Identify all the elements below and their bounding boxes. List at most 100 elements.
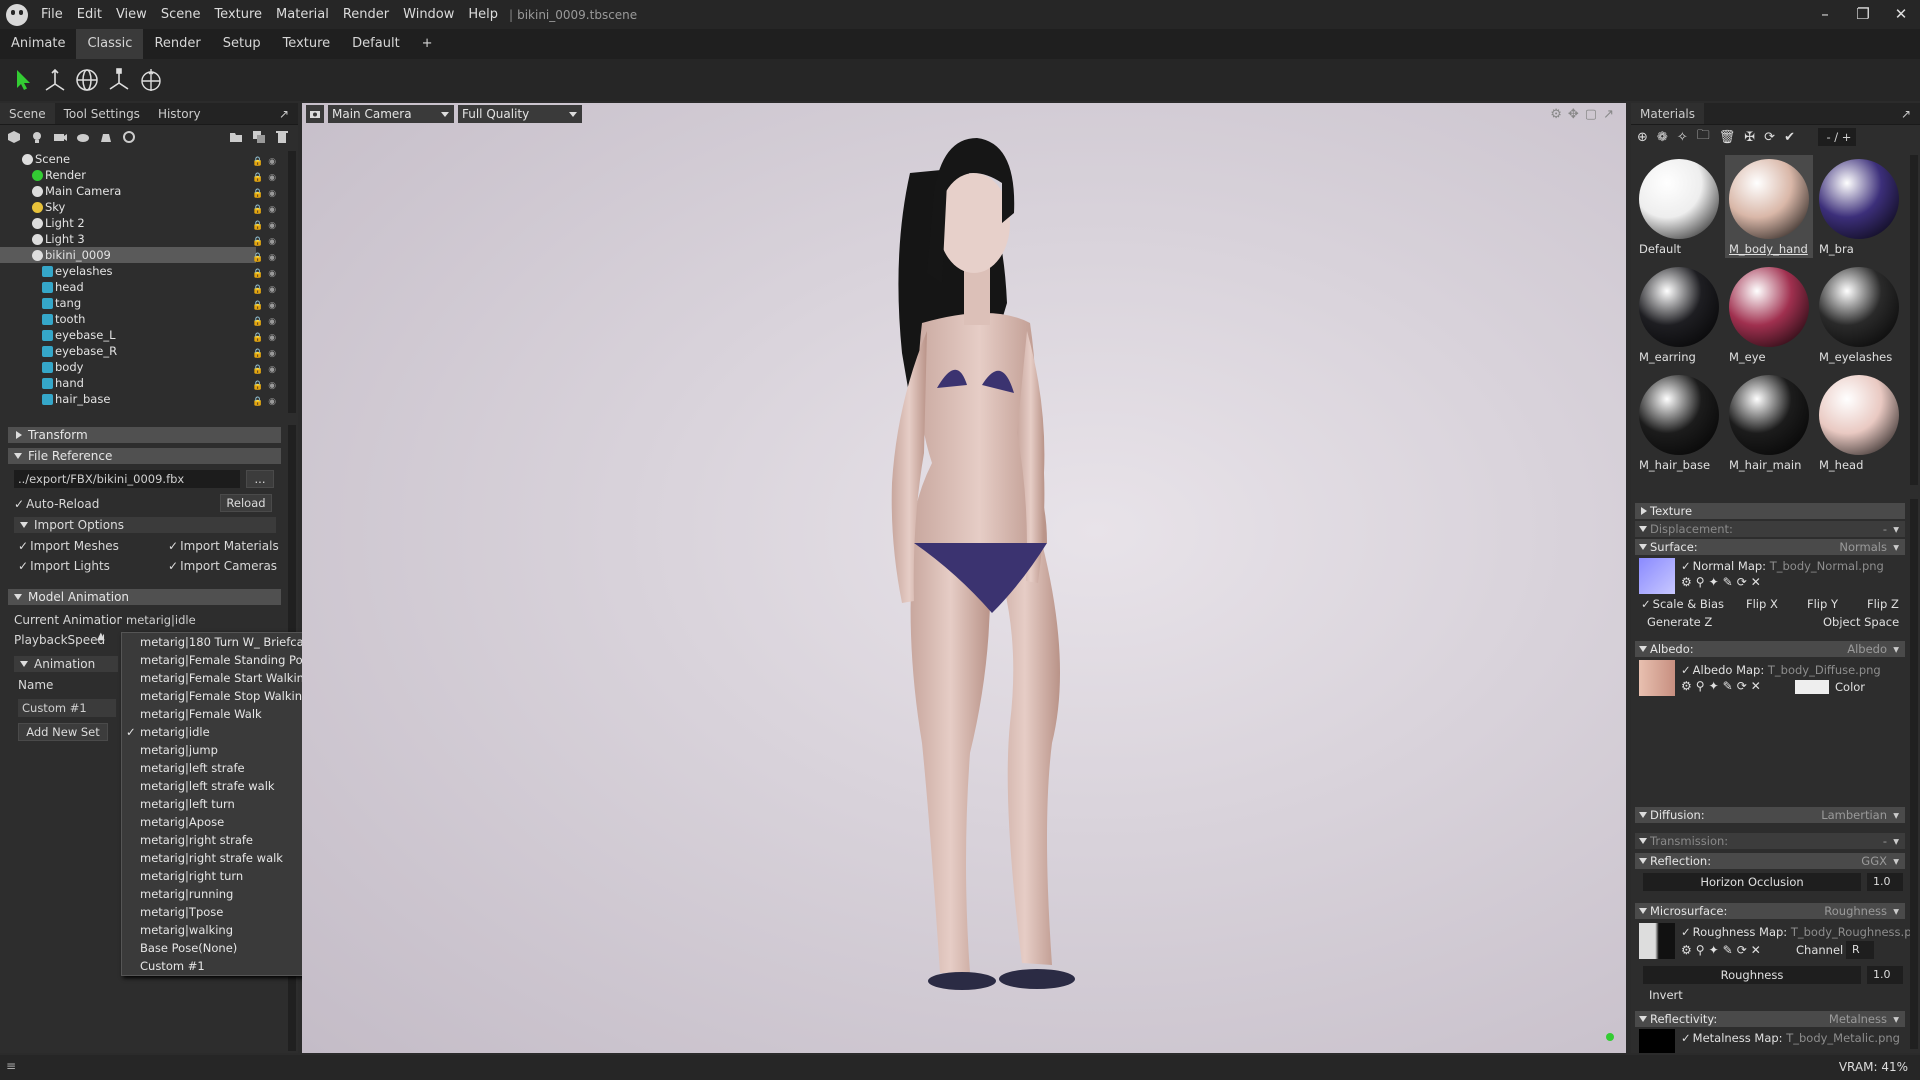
animation-option[interactable]: metarig|Apose [122, 813, 310, 831]
animation-set-editor-header[interactable]: Animation Set Ed [14, 656, 118, 672]
add-fog-icon[interactable] [121, 129, 137, 145]
map-edit-icon[interactable]: ✎ [1723, 943, 1733, 957]
animation-option[interactable]: metarig|running [122, 885, 310, 903]
material-thumb-m-earring[interactable]: M_earring [1635, 263, 1723, 366]
object-space-checkbox[interactable]: Object Space [1823, 615, 1899, 629]
microsurface-value[interactable]: Roughness [1824, 903, 1898, 919]
diffusion-value[interactable]: Lambertian [1821, 807, 1899, 823]
roughness-map-thumb[interactable] [1639, 923, 1675, 959]
import-meshes-checkbox[interactable]: Import Meshes [18, 539, 119, 553]
animation-option[interactable]: metarig|walking [122, 921, 310, 939]
rotate-gizmo-icon[interactable] [72, 65, 102, 95]
animation-option[interactable]: metarig|left turn [122, 795, 310, 813]
tree-item-sky[interactable]: Sky 🔒◉ [0, 199, 296, 215]
texture-header[interactable]: Texture [1635, 503, 1905, 519]
material-grid-scrollbar[interactable] [1910, 155, 1918, 485]
workspace-tab-add[interactable]: + [411, 29, 444, 59]
tree-item-scene[interactable]: Scene 🔒◉ [0, 151, 296, 167]
horizon-occlusion-value[interactable]: 1.0 [1867, 873, 1903, 891]
workspace-tab-animate[interactable]: Animate [0, 29, 76, 59]
transmission-header[interactable]: Transmission: - [1635, 833, 1905, 849]
workspace-tab-texture[interactable]: Texture [272, 29, 342, 59]
tree-item-head[interactable]: head 🔒◉ [0, 279, 296, 295]
merge-material-icon[interactable]: ✧ [1677, 130, 1688, 145]
material-thumb-m-bra[interactable]: M_bra [1815, 155, 1903, 258]
material-thumb-m-eye[interactable]: M_eye [1725, 263, 1813, 366]
map-zoom-icon[interactable]: ⚲ [1696, 943, 1705, 957]
animation-option[interactable]: metarig|idle [122, 723, 310, 741]
undock-icon[interactable]: ↗ [270, 103, 298, 124]
displacement-value[interactable]: - [1883, 521, 1900, 537]
animation-option[interactable]: Custom #1 [122, 957, 310, 975]
duplicate-icon[interactable] [251, 129, 267, 145]
map-paint-icon[interactable]: ✦ [1709, 575, 1719, 589]
animation-option[interactable]: metarig|right strafe walk [122, 849, 310, 867]
normal-map-thumb[interactable] [1639, 558, 1675, 594]
menu-window[interactable]: Window [396, 0, 461, 29]
animation-option[interactable]: metarig|Female Start Walking [122, 669, 311, 687]
scene-tree-scrollbar[interactable] [288, 151, 296, 413]
duplicate-material-icon[interactable]: ❁ [1657, 130, 1668, 145]
material-check-icon[interactable]: ✔ [1784, 130, 1795, 145]
auto-reload-checkbox[interactable]: Auto-Reload [14, 497, 99, 511]
menu-texture[interactable]: Texture [207, 0, 269, 29]
file-reference-header[interactable]: File Reference [8, 448, 281, 464]
albedo-map-thumb[interactable] [1639, 660, 1675, 696]
tree-item-main-camera[interactable]: Main Camera 🔒◉ [0, 183, 296, 199]
horizon-occlusion-slider[interactable]: Horizon Occlusion [1643, 873, 1861, 891]
flip-z-checkbox[interactable]: Flip Z [1867, 597, 1899, 611]
import-materials-checkbox[interactable]: Import Materials [168, 539, 279, 553]
current-animation-select[interactable]: metarig|idle [122, 611, 278, 629]
materials-undock-icon[interactable]: ↗ [1892, 103, 1920, 124]
material-picker-icon[interactable]: ✠ [1744, 130, 1755, 145]
tree-item-eyebase-l[interactable]: eyebase_L 🔒◉ [0, 327, 296, 343]
animation-option[interactable]: metarig|right turn [122, 867, 310, 885]
flip-x-checkbox[interactable]: Flip X [1746, 597, 1778, 611]
material-thumb-m-eyelashes[interactable]: M_eyelashes [1815, 263, 1903, 366]
displacement-header[interactable]: Displacement: - [1635, 521, 1905, 537]
surface-header[interactable]: Surface: Normals [1635, 539, 1905, 555]
map-clear-icon[interactable]: ✕ [1751, 575, 1761, 589]
tree-item-eyebase-r[interactable]: eyebase_R 🔒◉ [0, 343, 296, 359]
close-icon[interactable]: ✕ [1882, 0, 1920, 29]
tree-item-hand[interactable]: hand 🔒◉ [0, 375, 296, 391]
normal-map-label[interactable]: Normal Map: [1681, 559, 1766, 573]
metalness-map-thumb[interactable] [1639, 1029, 1675, 1053]
tab-scene[interactable]: Scene [0, 103, 55, 124]
properties-right-scrollbar[interactable] [1910, 499, 1918, 1049]
import-cameras-checkbox[interactable]: Import Cameras [168, 559, 277, 573]
animation-option[interactable]: metarig|right strafe [122, 831, 310, 849]
map-settings-icon[interactable]: ⚙ [1681, 679, 1692, 693]
animation-option[interactable]: metarig|jump [122, 741, 310, 759]
add-shadow-catcher-icon[interactable] [98, 129, 114, 145]
import-options-header[interactable]: Import Options [14, 517, 276, 533]
map-edit-icon[interactable]: ✎ [1723, 679, 1733, 693]
tab-tool-settings[interactable]: Tool Settings [55, 103, 149, 124]
metalness-map-label[interactable]: Metalness Map: [1681, 1031, 1783, 1045]
material-thumb-default[interactable]: Default [1635, 155, 1723, 258]
add-camera-icon[interactable] [52, 129, 68, 145]
file-path-field[interactable]: ../export/FBX/bikini_0009.fbx [14, 470, 240, 488]
generate-z-checkbox[interactable]: Generate Z [1647, 615, 1712, 629]
animation-option[interactable]: metarig|180 Turn W_ Briefcase [122, 633, 317, 651]
folder-icon[interactable] [228, 129, 244, 145]
roughness-invert-checkbox[interactable]: Invert [1649, 988, 1683, 1002]
model-animation-header[interactable]: Model Animation [8, 589, 281, 605]
workspace-tab-render[interactable]: Render [143, 29, 211, 59]
map-reload-icon[interactable]: ⟳ [1737, 679, 1747, 693]
map-paint-icon[interactable]: ✦ [1709, 943, 1719, 957]
material-folder-icon[interactable]: 🗀 [1697, 126, 1710, 148]
tree-item-tang[interactable]: tang 🔒◉ [0, 295, 296, 311]
menu-scene[interactable]: Scene [154, 0, 208, 29]
workspace-tab-default[interactable]: Default [341, 29, 411, 59]
material-thumb-m-hair-base[interactable]: M_hair_base [1635, 371, 1723, 474]
menu-render[interactable]: Render [336, 0, 396, 29]
animation-option[interactable]: metarig|Female Walk [122, 705, 310, 723]
3d-viewport[interactable]: Main Camera Full Quality ⚙ ✥ ▢ ↗ [302, 103, 1626, 1053]
scale-bias-checkbox[interactable]: Scale & Bias [1641, 597, 1724, 611]
tab-materials[interactable]: Materials [1631, 103, 1705, 124]
albedo-value[interactable]: Albedo [1847, 641, 1898, 657]
map-zoom-icon[interactable]: ⚲ [1696, 679, 1705, 693]
browse-button[interactable]: ... [246, 470, 274, 488]
albedo-map-label[interactable]: Albedo Map: [1681, 663, 1764, 677]
